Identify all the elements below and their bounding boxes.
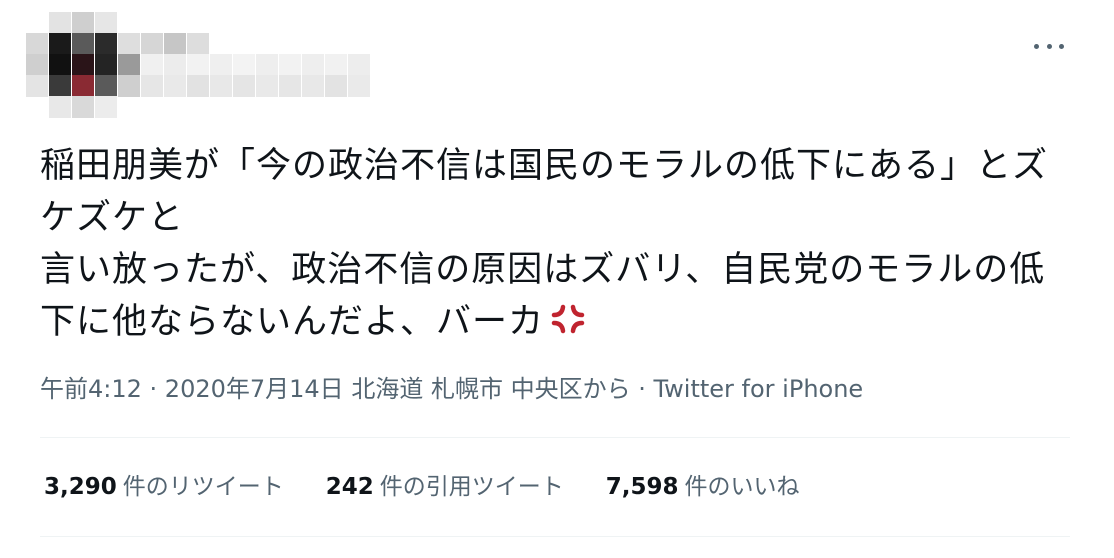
- mosaic-pixel: [256, 54, 278, 76]
- likes-label: 件のいいね: [684, 474, 800, 500]
- mosaic-pixel: [279, 75, 301, 97]
- mosaic-pixel: [187, 33, 209, 55]
- retweets-count: 3,290: [44, 474, 117, 500]
- mosaic-pixel: [164, 75, 186, 97]
- mosaic-pixel: [95, 54, 117, 76]
- more-options-button[interactable]: [1034, 36, 1064, 56]
- likes-count: 7,598: [605, 474, 679, 500]
- quote-tweets-count: 242: [325, 474, 374, 500]
- mosaic-pixel: [256, 75, 278, 97]
- mosaic-pixel: [348, 75, 370, 97]
- mosaic-pixel: [302, 75, 324, 97]
- retweets-label: 件のリツイート: [122, 474, 284, 500]
- tweet-location[interactable]: 北海道 札幌市 中央区: [351, 375, 582, 403]
- quote-tweets-stat[interactable]: 242 件の引用ツイート: [326, 470, 564, 504]
- likes-stat[interactable]: 7,598 件のいいね: [606, 470, 800, 504]
- mosaic-pixel: [325, 54, 347, 76]
- tweet-body: 稲田朋美が「今の政治不信は国民のモラルの低下にある」とズケズケと 言い放ったが、…: [40, 146, 1049, 342]
- mosaic-pixel: [72, 75, 94, 97]
- mosaic-pixel: [95, 96, 117, 118]
- retweets-stat[interactable]: 3,290 件のリツイート: [44, 470, 284, 504]
- tweet-metadata: 午前4:12 · 2020年7月14日 北海道 札幌市 中央区から · Twit…: [40, 372, 863, 406]
- mosaic-pixel: [233, 54, 255, 76]
- mosaic-pixel: [141, 54, 163, 76]
- separator: ·: [630, 375, 654, 403]
- separator: ·: [141, 375, 165, 403]
- mosaic-pixel: [49, 12, 71, 34]
- mosaic-pixel: [26, 75, 48, 97]
- mosaic-pixel: [164, 54, 186, 76]
- mosaic-pixel: [49, 96, 71, 118]
- mosaic-pixel: [348, 54, 370, 76]
- tweet-stats: 3,290 件のリツイート 242 件の引用ツイート 7,598 件のいいね: [44, 470, 800, 504]
- tweet-time: 午前4:12: [40, 375, 142, 403]
- quote-tweets-label: 件の引用ツイート: [379, 474, 564, 500]
- mosaic-pixel: [26, 54, 48, 76]
- mosaic-pixel: [187, 54, 209, 76]
- more-horizontal-icon-dot: [1059, 43, 1064, 49]
- obscured-user-header[interactable]: [26, 12, 371, 120]
- mosaic-pixel: [72, 12, 94, 34]
- mosaic-pixel: [141, 33, 163, 55]
- mosaic-pixel: [164, 33, 186, 55]
- mosaic-pixel: [49, 54, 71, 76]
- mosaic-pixel: [187, 75, 209, 97]
- mosaic-pixel: [233, 75, 255, 97]
- mosaic-pixel: [118, 54, 140, 76]
- tweet-source[interactable]: Twitter for iPhone: [653, 375, 863, 403]
- mosaic-pixel: [72, 96, 94, 118]
- tweet-timestamp[interactable]: 午前4:12 · 2020年7月14日: [40, 375, 344, 403]
- divider: [40, 536, 1070, 537]
- anger-symbol-icon: [551, 304, 585, 334]
- mosaic-pixel: [26, 33, 48, 55]
- mosaic-pixel: [72, 54, 94, 76]
- mosaic-pixel: [95, 12, 117, 34]
- mosaic-pixel: [279, 54, 301, 76]
- more-horizontal-icon-dot: [1046, 43, 1052, 49]
- mosaic-pixel: [325, 75, 347, 97]
- mosaic-pixel: [141, 75, 163, 97]
- mosaic-pixel: [210, 54, 232, 76]
- mosaic-pixel: [95, 75, 117, 97]
- mosaic-pixel: [95, 33, 117, 55]
- tweet-date: 2020年7月14日: [164, 375, 344, 403]
- mosaic-pixel: [210, 75, 232, 97]
- more-horizontal-icon: [1034, 43, 1039, 49]
- tweet-text: 稲田朋美が「今の政治不信は国民のモラルの低下にある」とズケズケと 言い放ったが、…: [40, 140, 1080, 348]
- mosaic-pixel: [118, 75, 140, 97]
- mosaic-pixel: [118, 33, 140, 55]
- mosaic-pixel: [49, 33, 71, 55]
- mosaic-pixel: [72, 33, 94, 55]
- mosaic-pixel: [302, 54, 324, 76]
- divider: [40, 437, 1070, 438]
- tweet-detail: 稲田朋美が「今の政治不信は国民のモラルの低下にある」とズケズケと 言い放ったが、…: [0, 0, 1114, 558]
- location-suffix: から: [582, 375, 631, 403]
- mosaic-pixel: [49, 75, 71, 97]
